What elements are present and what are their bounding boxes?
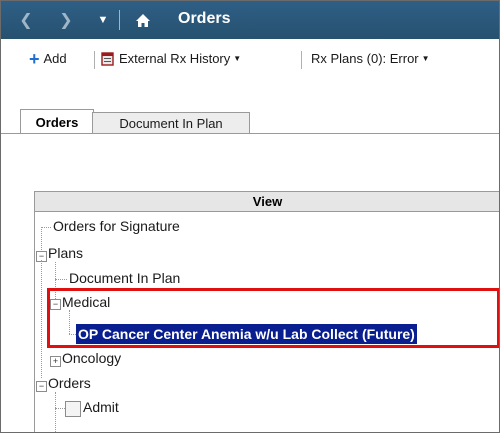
toolbar-divider [301, 51, 302, 69]
dropdown-arrow-icon[interactable]: ▼ [95, 1, 111, 39]
tree-item-plans[interactable]: Plans [48, 245, 83, 261]
external-rx-history-button[interactable]: External Rx History ▼ [101, 51, 241, 66]
chevron-down-icon: ▼ [421, 54, 430, 63]
view-column-header: View [35, 192, 499, 212]
rx-plans-label: Rx Plans (0): Error [311, 51, 419, 66]
back-arrow-icon[interactable]: ❮ [17, 1, 35, 39]
external-rx-history-label: External Rx History [119, 51, 231, 66]
titlebar-divider [119, 10, 120, 30]
collapse-icon[interactable]: − [36, 381, 47, 392]
home-icon[interactable] [131, 1, 155, 39]
tree-item-orders[interactable]: Orders [48, 375, 91, 391]
rx-history-icon [101, 51, 115, 66]
plus-icon: + [29, 48, 40, 69]
tab-divider [1, 133, 499, 134]
add-button-label: Add [43, 51, 67, 66]
tree-connector [41, 227, 42, 252]
rx-plans-button[interactable]: Rx Plans (0): Error ▼ [311, 51, 430, 66]
tree-connector [41, 227, 51, 228]
tree-item-orders-for-signature[interactable]: Orders for Signature [53, 218, 180, 234]
tree-connector [55, 279, 67, 280]
admit-category-icon [65, 401, 81, 417]
toolbar: + Add External Rx History ▼ Rx Plans (0)… [1, 39, 499, 79]
chevron-down-icon: ▼ [233, 54, 242, 63]
highlight-annotation-box [47, 288, 499, 348]
expand-icon[interactable]: + [50, 356, 61, 367]
tree-connector [41, 260, 42, 378]
orders-tree-view: View Orders for Signature − Plans Docume… [34, 191, 499, 432]
orders-window: ❮ ❯ ▼ Orders + Add External Rx History ▼… [0, 0, 500, 433]
tree-item-oncology[interactable]: Oncology [62, 350, 121, 366]
forward-arrow-icon[interactable]: ❯ [57, 1, 75, 39]
tree-item-document-in-plan[interactable]: Document In Plan [69, 270, 180, 286]
add-button[interactable]: + Add [29, 48, 67, 69]
tree-connector [55, 408, 65, 409]
tab-orders[interactable]: Orders [20, 109, 94, 134]
tree-item-admit[interactable]: Admit [83, 399, 119, 415]
title-bar: ❮ ❯ ▼ Orders [1, 1, 499, 39]
tab-document-in-plan[interactable]: Document In Plan [92, 112, 250, 134]
tree-connector [55, 392, 56, 432]
page-title: Orders [178, 10, 231, 27]
toolbar-divider [94, 51, 95, 69]
